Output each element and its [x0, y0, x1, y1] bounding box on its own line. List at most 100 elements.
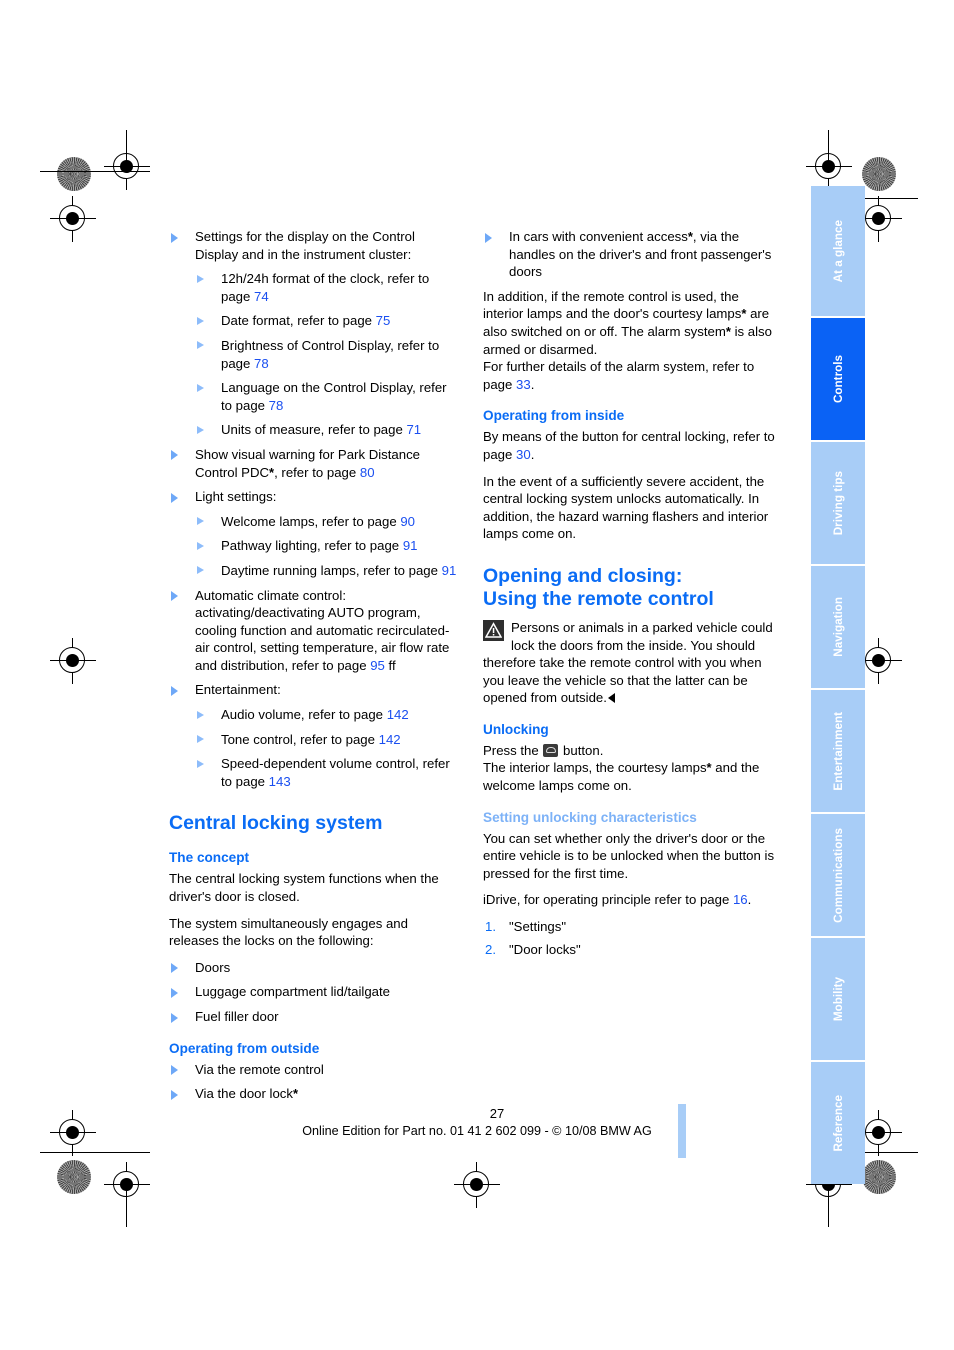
trim-line-top-left-v [126, 130, 128, 172]
list-item-label: Date format, refer to page [221, 313, 376, 329]
triangle-bullet-icon [197, 425, 204, 434]
manual-page: Settings for the display on the Control … [0, 0, 954, 1350]
paragraph-text: . [747, 892, 752, 908]
sidebar-tab-mobility[interactable]: Mobility [811, 938, 865, 1060]
step-label: "Door locks" [509, 941, 581, 957]
triangle-bullet-icon [171, 685, 178, 696]
page-reference[interactable]: 78 [269, 398, 284, 413]
page-reference[interactable]: 90 [400, 514, 415, 529]
sidebar-tab-driving-tips[interactable]: Driving tips [811, 442, 865, 564]
list-item: In cars with convenient access*, via the… [483, 228, 775, 281]
triangle-bullet-icon [197, 566, 204, 575]
trim-line-top-left-h [40, 171, 150, 173]
list-item: Daytime running lamps, refer to page 91 [195, 562, 461, 580]
trim-line-top-right-v [828, 130, 830, 172]
triangle-bullet-icon [197, 735, 204, 744]
page-reference[interactable]: 91 [403, 538, 418, 553]
print-rosette-mark-bottom-left [57, 1160, 91, 1194]
list-item-label: Via the remote control [195, 1061, 324, 1077]
registration-mark-bottom-left-b [104, 1162, 150, 1208]
sidebar-tab-communications[interactable]: Communications [811, 814, 865, 936]
page-reference[interactable]: 78 [254, 356, 269, 371]
page-reference[interactable]: 75 [376, 313, 391, 328]
list-item-label: Entertainment: [195, 682, 281, 698]
page-reference[interactable]: 91 [442, 563, 457, 578]
paragraph: In addition, if the remote control is us… [483, 288, 775, 358]
list-item: Doors [169, 959, 461, 977]
list-item-label: Audio volume, refer to page [221, 707, 387, 723]
list-item: Welcome lamps, refer to page 90 [195, 513, 461, 531]
page-reference[interactable]: 71 [406, 422, 421, 437]
subheading-operating-from-outside: Operating from outside [169, 1040, 320, 1056]
registration-mark-top-right-a [806, 144, 852, 190]
page-reference[interactable]: 143 [269, 774, 291, 789]
page-number: 27 [0, 1106, 954, 1121]
paragraph-text: The interior lamps, the courtesy lamps [483, 760, 707, 776]
page-reference[interactable]: 33 [516, 377, 531, 392]
list-item-label: Automatic climate control: activating/de… [195, 587, 450, 673]
numbered-step: 1. "Settings" [483, 918, 775, 936]
list-item: Date format, refer to page 75 [195, 312, 461, 330]
page-reference[interactable]: 16 [733, 892, 748, 907]
triangle-bullet-icon [171, 963, 178, 974]
paragraph: You can set whether only the driver's do… [483, 830, 775, 881]
trim-line-top-right-h [858, 198, 918, 200]
triangle-bullet-icon [197, 759, 204, 768]
triangle-bullet-icon [197, 517, 204, 526]
list-item: Light settings: [169, 488, 461, 506]
triangle-bullet-icon [171, 1065, 178, 1076]
page-reference[interactable]: 95 [370, 658, 385, 673]
page-reference[interactable]: 30 [516, 447, 531, 462]
list-item: Brightness of Control Display, refer to … [195, 337, 461, 372]
list-item-label: Tone control, refer to page [221, 731, 379, 747]
warning-triangle-icon [483, 619, 504, 641]
list-item-label: Speed-dependent volume control, refer to… [221, 756, 450, 789]
list-item: Settings for the display on the Control … [169, 228, 461, 263]
tab-label: At a glance [831, 219, 845, 283]
list-item-label: Doors [195, 959, 231, 975]
triangle-bullet-icon [171, 1089, 178, 1100]
list-item-label: 12h/24h format of the clock, refer to pa… [221, 271, 430, 304]
subheading-unlocking: Unlocking [483, 721, 549, 737]
paragraph: Press the button. [483, 742, 775, 760]
paragraph-text: iDrive, for operating principle refer to… [483, 892, 733, 908]
registration-mark-bottom-center [454, 1162, 500, 1208]
list-item-label: Pathway lighting, refer to page [221, 538, 403, 554]
list-item: Fuel filler door [169, 1008, 461, 1026]
sidebar-tab-at-a-glance[interactable]: At a glance [811, 186, 865, 316]
footer-text: Online Edition for Part no. 01 41 2 602 … [302, 1124, 652, 1138]
tab-label: Driving tips [831, 470, 845, 536]
sidebar-tab-navigation[interactable]: Navigation [811, 566, 865, 688]
paragraph: The interior lamps, the courtesy lamps* … [483, 759, 775, 794]
sidebar-tab-entertainment[interactable]: Entertainment [811, 690, 865, 812]
page-reference[interactable]: 142 [387, 707, 409, 722]
list-item: Pathway lighting, refer to page 91 [195, 537, 461, 555]
triangle-bullet-icon [197, 541, 204, 550]
page-reference[interactable]: 74 [254, 289, 269, 304]
heading-line-1: Opening and closing: [483, 564, 683, 587]
triangle-bullet-icon [171, 492, 178, 503]
triangle-bullet-icon [171, 987, 178, 998]
page-reference[interactable]: 80 [360, 465, 375, 480]
subheading-the-concept: The concept [169, 850, 250, 866]
triangle-bullet-icon [197, 341, 204, 350]
paragraph: iDrive, for operating principle refer to… [483, 891, 775, 909]
step-number: 1. [485, 919, 496, 935]
triangle-bullet-icon [171, 232, 178, 243]
list-item-label-tail: ff [384, 657, 396, 673]
section-heading-opening-closing: Opening and closing: Using the remote con… [483, 565, 775, 611]
end-of-note-marker [607, 693, 615, 704]
registration-mark-top-left-a [104, 144, 150, 190]
list-item-label: In cars with convenient access [509, 229, 688, 244]
page-reference[interactable]: 142 [379, 732, 401, 747]
list-item: 12h/24h format of the clock, refer to pa… [195, 270, 461, 305]
tab-label: Communications [831, 827, 845, 923]
numbered-step: 2. "Door locks" [483, 941, 775, 959]
paragraph: In the event of a sufficiently severe ac… [483, 473, 769, 542]
paragraph-text: button. [559, 742, 604, 758]
sidebar-tab-controls[interactable]: Controls [811, 318, 865, 440]
print-rosette-mark-bottom-right [862, 1160, 896, 1194]
triangle-bullet-icon [171, 1012, 178, 1023]
trim-line-bottom-right-v [828, 1185, 830, 1227]
paragraph: By means of the button for central locki… [483, 428, 775, 463]
